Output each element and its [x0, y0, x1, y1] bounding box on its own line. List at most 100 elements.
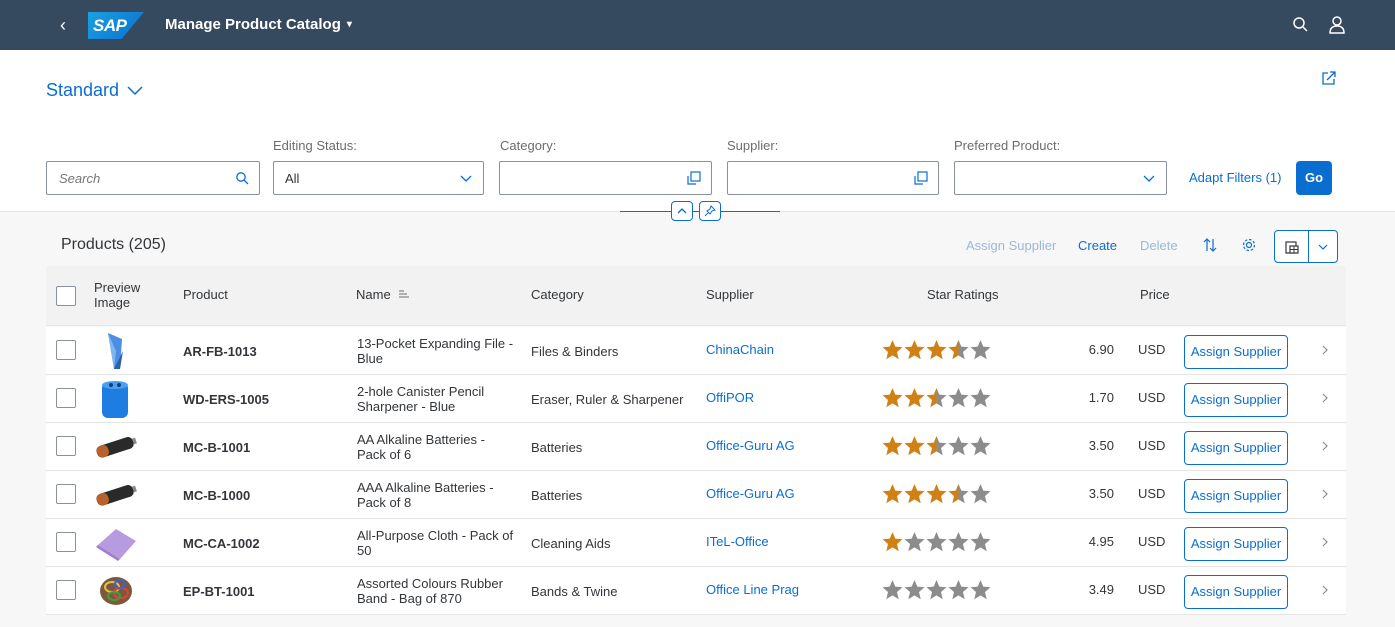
value-help-icon[interactable] — [687, 171, 701, 185]
row-checkbox[interactable] — [56, 436, 76, 456]
assign-supplier-toolbar-button[interactable]: Assign Supplier — [966, 238, 1056, 253]
category-label: Category: — [500, 138, 557, 153]
chevron-right-icon[interactable] — [1320, 583, 1330, 597]
product-id: EP-BT-1001 — [183, 584, 255, 599]
assign-supplier-button[interactable]: Assign Supplier — [1184, 479, 1288, 513]
row-checkbox[interactable] — [56, 484, 76, 504]
sap-logo[interactable]: SAP — [88, 12, 144, 39]
table-row[interactable]: AR-FB-1013 13-Pocket Expanding File - Blu… — [46, 327, 1346, 375]
supplier-link[interactable]: ChinaChain — [706, 342, 774, 357]
star-icon — [904, 580, 925, 600]
row-checkbox[interactable] — [56, 532, 76, 552]
supplier-link[interactable]: Office-Guru AG — [706, 438, 795, 453]
col-star-ratings[interactable]: Star Ratings — [927, 287, 999, 302]
product-category: Files & Binders — [531, 344, 619, 359]
row-checkbox[interactable] — [56, 340, 76, 360]
chevron-right-icon[interactable] — [1320, 343, 1330, 357]
product-id: WD-ERS-1005 — [183, 392, 269, 407]
create-button[interactable]: Create — [1078, 238, 1117, 253]
share-icon[interactable] — [1321, 70, 1337, 86]
table-row[interactable]: MC-B-1000 AAA Alkaline Batteries - Pack o… — [46, 471, 1346, 519]
product-id: MC-CA-1002 — [183, 536, 260, 551]
assign-supplier-button[interactable]: Assign Supplier — [1184, 527, 1288, 561]
delete-button[interactable]: Delete — [1140, 238, 1178, 253]
table-row[interactable]: MC-CA-1002 All-Purpose Cloth - Pack of 50… — [46, 519, 1346, 567]
app-title: Manage Product Catalog — [165, 16, 341, 33]
star-icon — [970, 484, 991, 504]
chevron-right-icon[interactable] — [1320, 487, 1330, 501]
assign-supplier-button[interactable]: Assign Supplier — [1184, 575, 1288, 609]
price-value: 1.70 — [1088, 390, 1114, 405]
sort-icon[interactable] — [1202, 237, 1218, 253]
col-supplier[interactable]: Supplier — [706, 287, 754, 302]
supplier-link[interactable]: ITeL-Office — [706, 534, 769, 549]
user-icon[interactable] — [1327, 15, 1347, 35]
pin-header-button[interactable] — [699, 201, 721, 221]
back-button[interactable]: ‹ — [56, 15, 70, 35]
editing-status-select[interactable]: All — [273, 161, 484, 195]
star-rating — [881, 435, 991, 457]
preferred-product-select[interactable] — [954, 161, 1167, 195]
export-button[interactable] — [1275, 231, 1309, 262]
adapt-filters-button[interactable]: Adapt Filters (1) — [1189, 170, 1281, 185]
chevron-right-icon[interactable] — [1320, 439, 1330, 453]
product-image[interactable] — [94, 571, 138, 611]
row-checkbox[interactable] — [56, 580, 76, 600]
product-image[interactable] — [94, 523, 138, 563]
shell-bar: ‹ SAP Manage Product Catalog ▾ — [0, 0, 1395, 50]
col-name-label: Name — [356, 287, 391, 302]
supplier-input[interactable] — [727, 161, 939, 195]
star-icon — [882, 484, 903, 504]
product-name: AA Alkaline Batteries - Pack of 6 — [357, 432, 485, 462]
product-category: Batteries — [531, 488, 583, 503]
supplier-link[interactable]: OffiPOR — [706, 390, 754, 405]
search-icon[interactable] — [1291, 15, 1311, 35]
app-title-menu[interactable]: Manage Product Catalog ▾ — [165, 16, 352, 33]
go-button[interactable]: Go — [1296, 161, 1332, 195]
category-input[interactable] — [499, 161, 712, 195]
variant-selector[interactable]: Standard — [46, 80, 143, 101]
table-header: Preview Image Product Name Category Supp… — [46, 266, 1346, 326]
chevron-right-icon[interactable] — [1320, 391, 1330, 405]
product-image[interactable] — [94, 379, 138, 419]
export-menu-button[interactable] — [1274, 230, 1338, 263]
col-category[interactable]: Category — [531, 287, 584, 302]
supplier-link[interactable]: Office Line Prag — [706, 582, 799, 597]
product-image[interactable] — [94, 427, 138, 467]
col-product[interactable]: Product — [183, 287, 228, 302]
search-input[interactable]: Search — [46, 161, 260, 195]
table-row[interactable]: EP-BT-1001 Assorted Colours Rubber Band -… — [46, 567, 1346, 615]
assign-supplier-button[interactable]: Assign Supplier — [1184, 335, 1288, 369]
col-preview-image[interactable]: Preview Image — [94, 280, 144, 310]
export-dropdown[interactable] — [1309, 231, 1337, 262]
supplier-link[interactable]: Office-Guru AG — [706, 486, 795, 501]
value-help-icon[interactable] — [914, 171, 928, 185]
star-icon — [882, 580, 903, 600]
chevron-down-icon — [1318, 244, 1328, 250]
select-all-checkbox[interactable] — [56, 286, 76, 306]
sort-ascending-icon — [399, 290, 410, 298]
product-category: Batteries — [531, 440, 583, 455]
price-currency: USD — [1138, 390, 1166, 405]
collapse-header-button[interactable] — [671, 201, 693, 221]
product-id: AR-FB-1013 — [183, 344, 257, 359]
product-image[interactable] — [94, 331, 138, 371]
chevron-down-icon — [1143, 175, 1155, 182]
product-image[interactable] — [94, 475, 138, 515]
chevron-right-icon[interactable] — [1320, 535, 1330, 549]
star-icon — [970, 340, 991, 360]
settings-icon[interactable] — [1241, 237, 1257, 253]
star-icon — [904, 436, 925, 456]
assign-supplier-button[interactable]: Assign Supplier — [1184, 431, 1288, 465]
row-checkbox[interactable] — [56, 388, 76, 408]
product-category: Cleaning Aids — [531, 536, 611, 551]
star-rating — [881, 579, 991, 601]
product-name: 13-Pocket Expanding File - Blue — [357, 336, 514, 366]
col-price[interactable]: Price — [1140, 287, 1170, 302]
search-icon[interactable] — [235, 171, 249, 185]
editing-status-value: All — [285, 171, 300, 186]
table-row[interactable]: WD-ERS-1005 2-hole Canister Pencil Sharpe… — [46, 375, 1346, 423]
col-name[interactable]: Name — [356, 287, 410, 302]
table-row[interactable]: MC-B-1001 AA Alkaline Batteries - Pack of… — [46, 423, 1346, 471]
assign-supplier-button[interactable]: Assign Supplier — [1184, 383, 1288, 417]
